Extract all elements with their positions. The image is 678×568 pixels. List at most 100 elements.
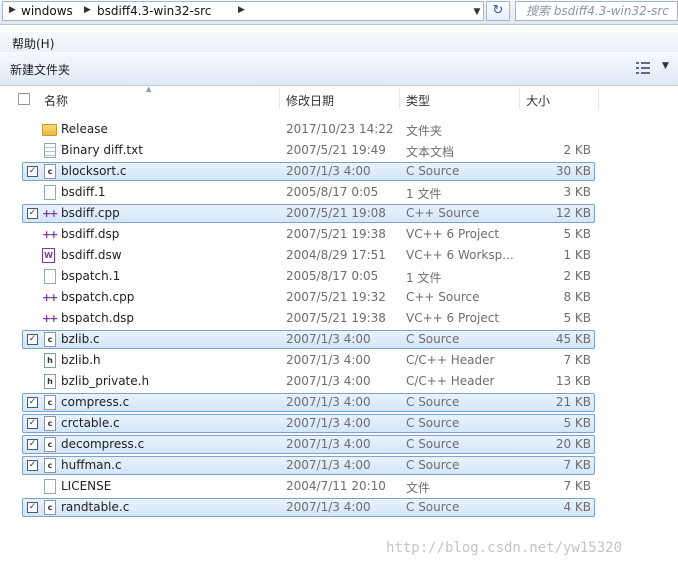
file-row[interactable]: bsdiff.1 2005/8/17 0:05 1 文件 3 KB (0, 182, 678, 203)
file-row[interactable]: Binary diff.txt 2007/5/21 19:49 文本文档 2 KB (0, 140, 678, 161)
file-row[interactable]: Release 2017/10/23 14:22 文件夹 (0, 119, 678, 140)
file-name: huffman.c (61, 458, 122, 472)
file-size: 20 KB (555, 437, 591, 451)
menu-bar: 帮助(H) (0, 32, 678, 52)
file-type: VC++ 6 Project (406, 227, 500, 241)
file-row[interactable]: ✓ ++ bsdiff.cpp 2007/5/21 19:08 C++ Source 12… (0, 203, 678, 224)
column-size[interactable]: 大小 (526, 92, 550, 109)
cpp-file-icon: ++ (42, 312, 58, 325)
c-file-icon: c (44, 395, 56, 410)
file-name: bzlib_private.h (61, 374, 150, 388)
file-size: 4 KB (563, 500, 591, 514)
select-all-checkbox[interactable] (18, 93, 30, 105)
file-name: decompress.c (61, 437, 145, 451)
file-row[interactable]: ++ bspatch.cpp 2007/5/21 19:32 C++ Source 8 … (0, 287, 678, 308)
file-type: C/C++ Header (406, 374, 495, 388)
breadcrumb-current-folder[interactable]: bsdiff4.3-win32-src (97, 4, 211, 18)
file-date: 2007/1/3 4:00 (286, 458, 371, 472)
file-name: bsdiff.1 (61, 185, 106, 199)
address-bar[interactable]: ▶ windows ▶ bsdiff4.3-win32-src ▶ ▼ (2, 1, 484, 21)
row-checkbox[interactable]: ✓ (27, 460, 38, 471)
cpp-file-icon: ++ (42, 291, 58, 304)
file-type: C++ Source (406, 290, 480, 304)
row-checkbox[interactable]: ✓ (27, 166, 38, 177)
file-size: 5 KB (563, 416, 591, 430)
file-name: Binary diff.txt (61, 143, 143, 157)
file-name: bspatch.cpp (61, 290, 135, 304)
row-checkbox[interactable]: ✓ (27, 418, 38, 429)
column-type[interactable]: 类型 (406, 92, 430, 109)
row-checkbox[interactable]: ✓ (27, 397, 38, 408)
file-row[interactable]: LICENSE 2004/7/11 20:10 文件 7 KB (0, 476, 678, 497)
file-row[interactable]: ✓ c bzlib.c 2007/1/3 4:00 C Source 45 KB (0, 329, 678, 350)
file-date: 2007/5/21 19:38 (286, 227, 386, 241)
file-type: VC++ 6 Project (406, 311, 500, 325)
file-size: 2 KB (563, 269, 591, 283)
row-checkbox[interactable]: ✓ (27, 208, 38, 219)
column-divider[interactable] (279, 88, 280, 110)
row-checkbox[interactable]: ✓ (27, 439, 38, 450)
row-checkbox[interactable]: ✓ (27, 502, 38, 513)
file-type: C Source (406, 164, 460, 178)
file-size: 45 KB (555, 332, 591, 346)
file-row[interactable]: ✓ c crctable.c 2007/1/3 4:00 C Source 5 KB (0, 413, 678, 434)
file-size: 21 KB (555, 395, 591, 409)
search-input[interactable]: 搜索 bsdiff4.3-win32-src (515, 1, 678, 21)
column-name[interactable]: 名称 (44, 92, 68, 109)
refresh-icon: ↻ (492, 3, 504, 18)
file-date: 2007/5/21 19:08 (286, 206, 386, 220)
file-row[interactable]: ✓ c compress.c 2007/1/3 4:00 C Source 21 KB (0, 392, 678, 413)
new-folder-button[interactable]: 新建文件夹 (10, 61, 70, 78)
file-size: 5 KB (563, 311, 591, 325)
column-date[interactable]: 修改日期 (286, 92, 334, 109)
file-row[interactable]: ✓ c blocksort.c 2007/1/3 4:00 C Source 30 KB (0, 161, 678, 182)
file-type: 文件 (406, 481, 431, 495)
file-row[interactable]: ++ bsdiff.dsp 2007/5/21 19:38 VC++ 6 Projec… (0, 224, 678, 245)
file-size: 7 KB (563, 458, 591, 472)
breadcrumb-root-arrow-icon[interactable]: ▶ (9, 5, 16, 15)
file-date: 2004/7/11 20:10 (286, 479, 386, 493)
file-size: 2 KB (563, 143, 591, 157)
blank-file-icon (44, 269, 56, 284)
file-row[interactable]: ✓ c huffman.c 2007/1/3 4:00 C Source 7 KB (0, 455, 678, 476)
file-name: bspatch.1 (61, 269, 121, 283)
file-row[interactable]: ++ bspatch.dsp 2007/5/21 19:38 VC++ 6 Proje… (0, 308, 678, 329)
menu-help[interactable]: 帮助(H) (12, 35, 54, 52)
file-type: C Source (406, 332, 460, 346)
folder-icon (42, 124, 57, 136)
view-options-icon[interactable] (636, 61, 650, 75)
row-checkbox[interactable]: ✓ (27, 334, 38, 345)
file-type: 1 文件 (406, 187, 442, 201)
file-row[interactable]: ✓ c decompress.c 2007/1/3 4:00 C Source 20 KB (0, 434, 678, 455)
file-row[interactable]: h bzlib_private.h 2007/1/3 4:00 C/C++ Heade… (0, 371, 678, 392)
file-name: crctable.c (61, 416, 120, 430)
breadcrumb-arrow-icon[interactable]: ▶ (238, 5, 245, 15)
column-divider[interactable] (399, 88, 400, 110)
cpp-file-icon: ++ (42, 207, 58, 220)
file-size: 1 KB (563, 248, 591, 262)
file-name: Release (61, 122, 108, 136)
view-dropdown-icon[interactable]: ▼ (662, 61, 669, 71)
file-row[interactable]: Wbsdiff.dsw 2004/8/29 17:51 VC++ 6 Worksp.… (0, 245, 678, 266)
breadcrumb-arrow-icon[interactable]: ▶ (84, 5, 91, 15)
sort-ascending-icon: ▲ (146, 85, 152, 93)
file-size: 12 KB (555, 206, 591, 220)
file-name: bsdiff.cpp (61, 206, 120, 220)
file-name: compress.c (61, 395, 130, 409)
file-type: C Source (406, 395, 460, 409)
address-history-dropdown-icon[interactable]: ▼ (469, 3, 485, 21)
file-date: 2017/10/23 14:22 (286, 122, 394, 136)
column-divider[interactable] (519, 88, 520, 110)
refresh-button[interactable]: ↻ (486, 1, 510, 21)
file-row[interactable]: ✓ c randtable.c 2007/1/3 4:00 C Source 4 KB (0, 497, 678, 518)
file-type: C Source (406, 437, 460, 451)
column-divider[interactable] (598, 88, 599, 110)
file-date: 2007/1/3 4:00 (286, 164, 371, 178)
file-row[interactable]: bspatch.1 2005/8/17 0:05 1 文件 2 KB (0, 266, 678, 287)
file-row[interactable]: h bzlib.h 2007/1/3 4:00 C/C++ Header 7 KB (0, 350, 678, 371)
c-file-icon: c (44, 332, 56, 347)
workspace-file-icon: W (42, 248, 55, 263)
cpp-file-icon: ++ (42, 228, 58, 241)
file-type: 文本文档 (406, 145, 455, 159)
breadcrumb-windows[interactable]: windows (21, 4, 73, 18)
